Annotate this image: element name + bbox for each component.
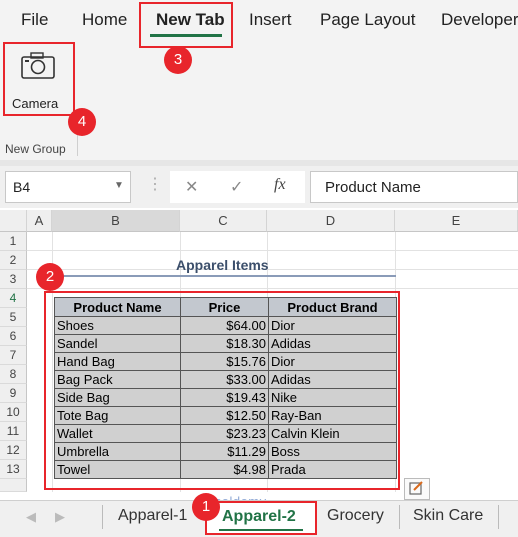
annotation-badge-4: 4 xyxy=(68,108,96,136)
row-header-5[interactable]: 5 xyxy=(0,308,27,327)
sheet-tab-bar: ◀ ▶ Apparel-1 Apparel-2 Grocery Skin Car… xyxy=(0,500,518,537)
sheet-tab-apparel-1[interactable]: Apparel-1 xyxy=(118,507,187,525)
tab-home[interactable]: Home xyxy=(82,10,127,30)
tab-file[interactable]: File xyxy=(21,10,48,30)
name-box-value: B4 xyxy=(13,179,31,195)
column-header-d[interactable]: D xyxy=(267,210,395,232)
row-header-13[interactable]: 13 xyxy=(0,460,27,479)
ribbon-body: Camera New Group xyxy=(0,40,518,160)
column-header-e[interactable]: E xyxy=(395,210,518,232)
table-title: Apparel Items xyxy=(176,257,269,273)
row-header-12[interactable]: 12 xyxy=(0,441,27,460)
tab-page-layout[interactable]: Page Layout xyxy=(320,10,415,30)
active-sheet-underline xyxy=(219,529,303,531)
row-header-10[interactable]: 10 xyxy=(0,403,27,422)
row-header-2[interactable]: 2 xyxy=(0,251,27,270)
grid-line xyxy=(27,269,518,270)
quick-analysis-icon xyxy=(409,481,423,495)
column-header-a[interactable]: A xyxy=(27,210,52,232)
tab-insert[interactable]: Insert xyxy=(249,10,292,30)
sheet-tab-apparel-2[interactable]: Apparel-2 xyxy=(205,501,317,535)
title-underline xyxy=(54,275,396,277)
formula-actions: ✕ ✓ fx xyxy=(170,171,305,203)
annotation-badge-3: 3 xyxy=(164,46,192,74)
ribbon-tab-bar: File Home New Tab Insert Page Layout Dev… xyxy=(0,0,518,40)
worksheet-grid[interactable]: A B C D E 1 2 3 4 5 6 7 8 9 10 11 12 13 … xyxy=(0,210,518,500)
enter-icon[interactable]: ✓ xyxy=(230,177,243,197)
active-sheet-label: Apparel-2 xyxy=(222,508,296,525)
column-header-b[interactable]: B xyxy=(52,210,180,232)
row-header-3[interactable]: 3 xyxy=(0,270,27,289)
scroll-left-icon[interactable]: ◀ xyxy=(26,509,36,525)
formula-bar: B4 ▼ ⋮ ✕ ✓ fx Product Name xyxy=(0,166,518,208)
formula-content: Product Name xyxy=(325,179,421,196)
row-header-9[interactable]: 9 xyxy=(0,384,27,403)
scroll-right-icon[interactable]: ▶ xyxy=(55,509,65,525)
grid-line xyxy=(27,288,518,289)
quick-analysis-button[interactable] xyxy=(404,478,430,500)
sheet-tab-grocery[interactable]: Grocery xyxy=(327,507,384,525)
insert-function-icon[interactable]: fx xyxy=(274,176,286,194)
name-box[interactable]: B4 ▼ xyxy=(5,171,131,203)
row-header-4[interactable]: 4 xyxy=(0,289,27,308)
grid-line xyxy=(27,250,518,251)
tab-developer[interactable]: Developer xyxy=(441,10,518,30)
table-highlight-box xyxy=(44,291,400,490)
sheet-tab-skin-care[interactable]: Skin Care xyxy=(413,507,483,525)
tab-divider xyxy=(102,505,103,529)
annotation-badge-1: 1 xyxy=(192,493,220,521)
row-header-8[interactable]: 8 xyxy=(0,365,27,384)
grip-icon: ⋮ xyxy=(147,176,163,193)
annotation-badge-2: 2 xyxy=(36,263,64,291)
row-header-1[interactable]: 1 xyxy=(0,232,27,251)
tab-divider xyxy=(498,505,499,529)
formula-input[interactable]: Product Name xyxy=(310,171,518,203)
cancel-icon[interactable]: ✕ xyxy=(185,177,198,197)
row-header-11[interactable]: 11 xyxy=(0,422,27,441)
camera-highlight-box xyxy=(3,42,75,116)
chevron-down-icon[interactable]: ▼ xyxy=(114,180,124,191)
select-all-corner[interactable] xyxy=(0,210,27,232)
new-tab-highlight-box xyxy=(139,2,233,48)
tab-divider xyxy=(399,505,400,529)
group-label: New Group xyxy=(5,142,66,156)
row-header-7[interactable]: 7 xyxy=(0,346,27,365)
row-header-partial xyxy=(0,479,27,492)
row-header-6[interactable]: 6 xyxy=(0,327,27,346)
column-header-c[interactable]: C xyxy=(180,210,267,232)
